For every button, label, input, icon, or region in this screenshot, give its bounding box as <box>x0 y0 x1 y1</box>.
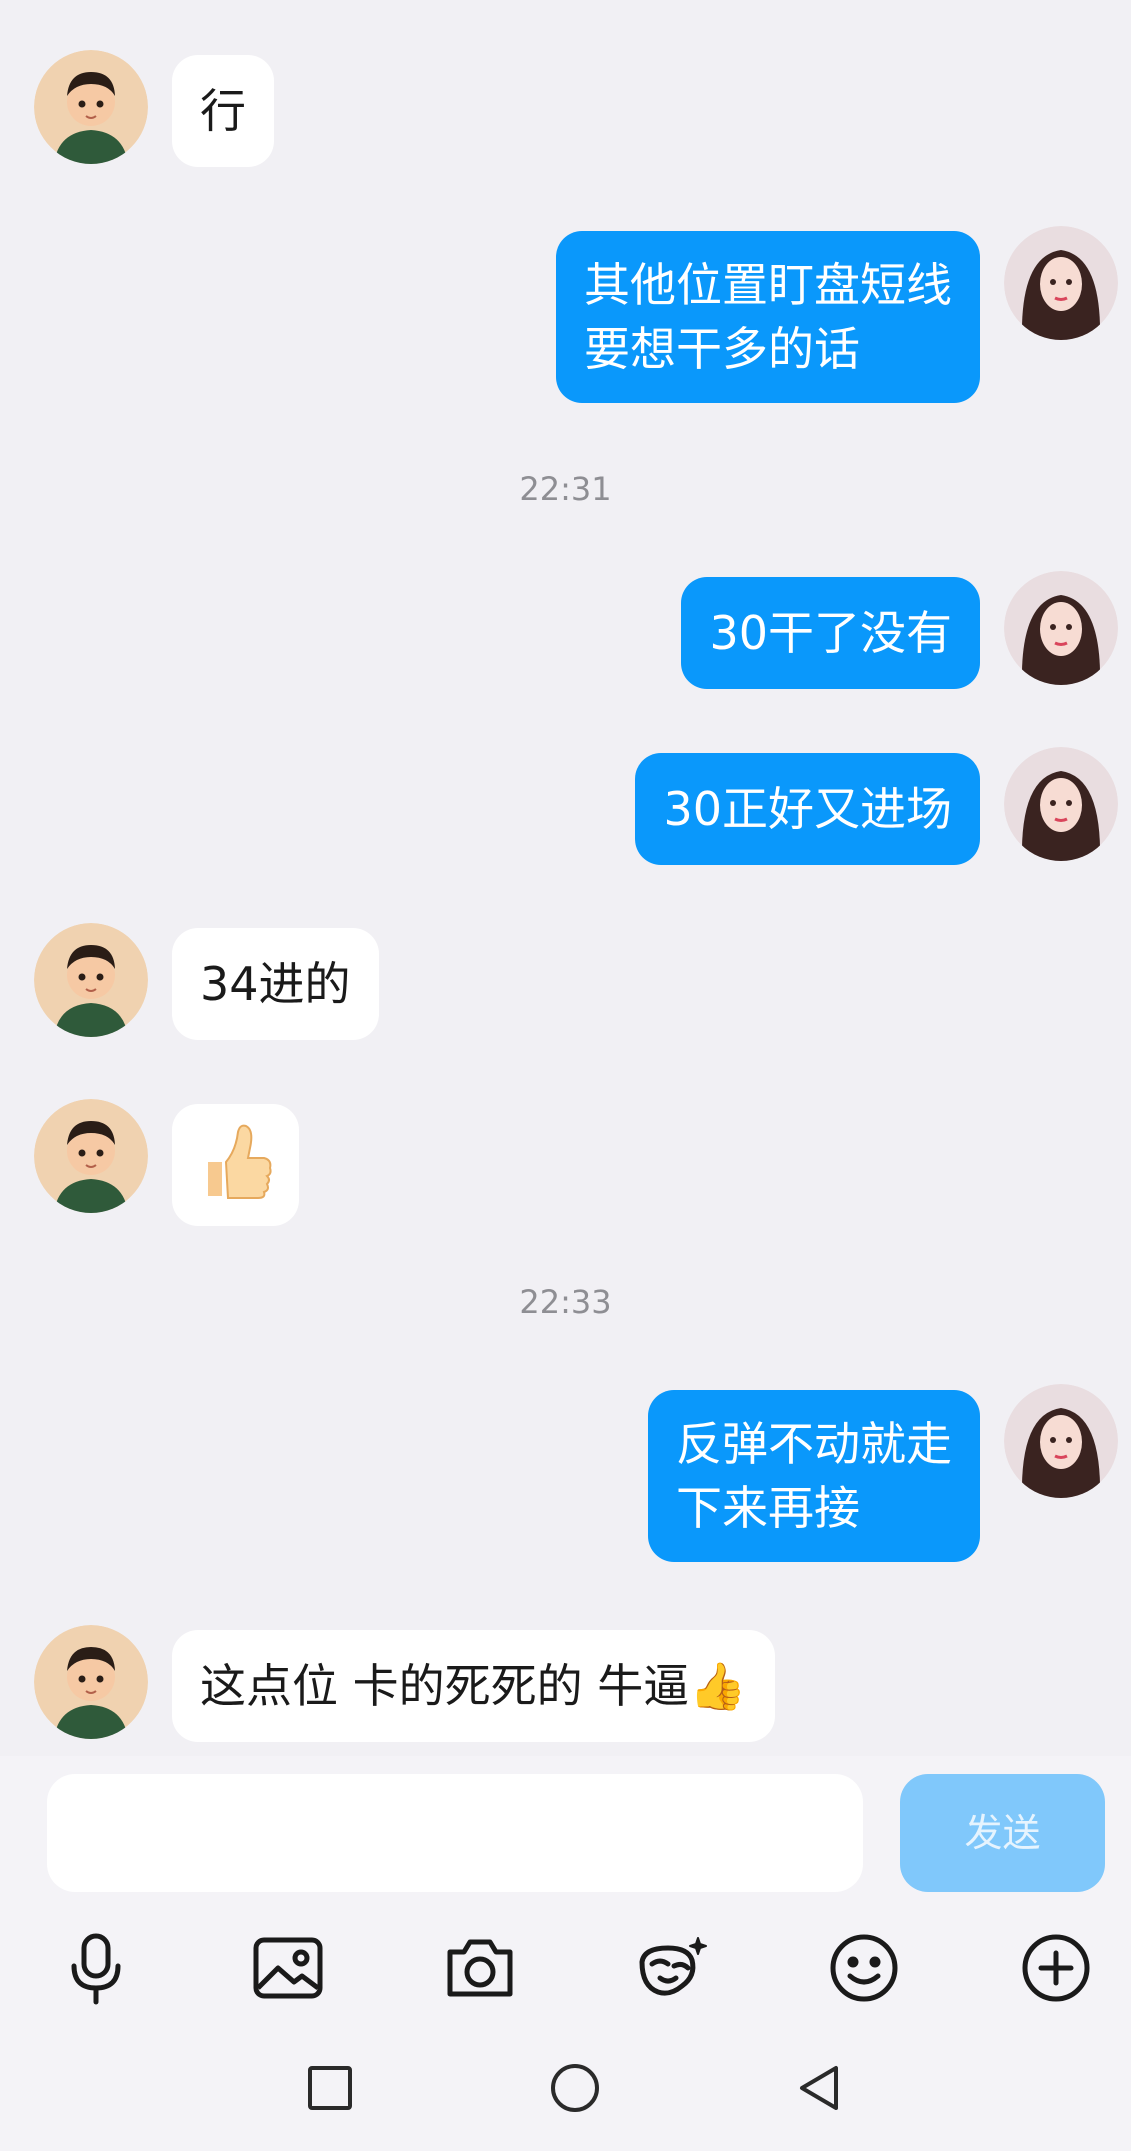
plus-icon[interactable] <box>1014 1926 1098 2010</box>
message-bubble-incoming[interactable]: 这点位 卡的死死的 牛逼👍 <box>172 1630 775 1742</box>
message-bubble-incoming[interactable] <box>172 1104 299 1226</box>
self-avatar[interactable] <box>1004 226 1118 340</box>
message-text: 30正好又进场 <box>663 782 952 836</box>
back-icon[interactable] <box>790 2058 850 2118</box>
message-bubble-outgoing[interactable]: 反弹不动就走 下来再接 <box>648 1390 980 1562</box>
message-bubble-incoming[interactable]: 行 <box>172 55 274 167</box>
recent-apps-icon[interactable] <box>300 2058 360 2118</box>
thumbs-up-emoji-icon <box>208 1124 272 1199</box>
contact-avatar[interactable] <box>34 1099 148 1213</box>
timestamp: 22:31 <box>519 470 612 508</box>
microphone-icon[interactable] <box>54 1926 138 2010</box>
composer-bar: 发送 <box>0 1756 1131 2151</box>
camera-icon[interactable] <box>438 1926 522 2010</box>
sticker-icon[interactable] <box>630 1926 714 2010</box>
chat-thread[interactable]: 行 其他位置盯盘短线 要想干多的话 22:31 30干了没有 30正好又进场 3… <box>0 0 1131 1756</box>
send-button[interactable]: 发送 <box>900 1774 1105 1892</box>
self-avatar[interactable] <box>1004 571 1118 685</box>
message-bubble-outgoing[interactable]: 30干了没有 <box>681 577 980 689</box>
message-text: 反弹不动就走 下来再接 <box>676 1417 952 1535</box>
message-text: 30干了没有 <box>709 606 952 660</box>
message-text: 其他位置盯盘短线 要想干多的话 <box>584 258 952 376</box>
message-bubble-outgoing[interactable]: 30正好又进场 <box>635 753 980 865</box>
message-text: 34进的 <box>200 957 351 1011</box>
home-icon[interactable] <box>545 2058 605 2118</box>
message-text: 行 <box>200 84 246 138</box>
message-bubble-outgoing[interactable]: 其他位置盯盘短线 要想干多的话 <box>556 231 980 403</box>
emoji-icon[interactable] <box>822 1926 906 2010</box>
contact-avatar[interactable] <box>34 923 148 1037</box>
timestamp: 22:33 <box>519 1283 612 1321</box>
self-avatar[interactable] <box>1004 1384 1118 1498</box>
contact-avatar[interactable] <box>34 1625 148 1739</box>
message-input[interactable] <box>47 1774 863 1892</box>
message-bubble-incoming[interactable]: 34进的 <box>172 928 379 1040</box>
self-avatar[interactable] <box>1004 747 1118 861</box>
contact-avatar[interactable] <box>34 50 148 164</box>
image-icon[interactable] <box>246 1926 330 2010</box>
message-text: 这点位 卡的死死的 牛逼👍 <box>200 1659 747 1713</box>
